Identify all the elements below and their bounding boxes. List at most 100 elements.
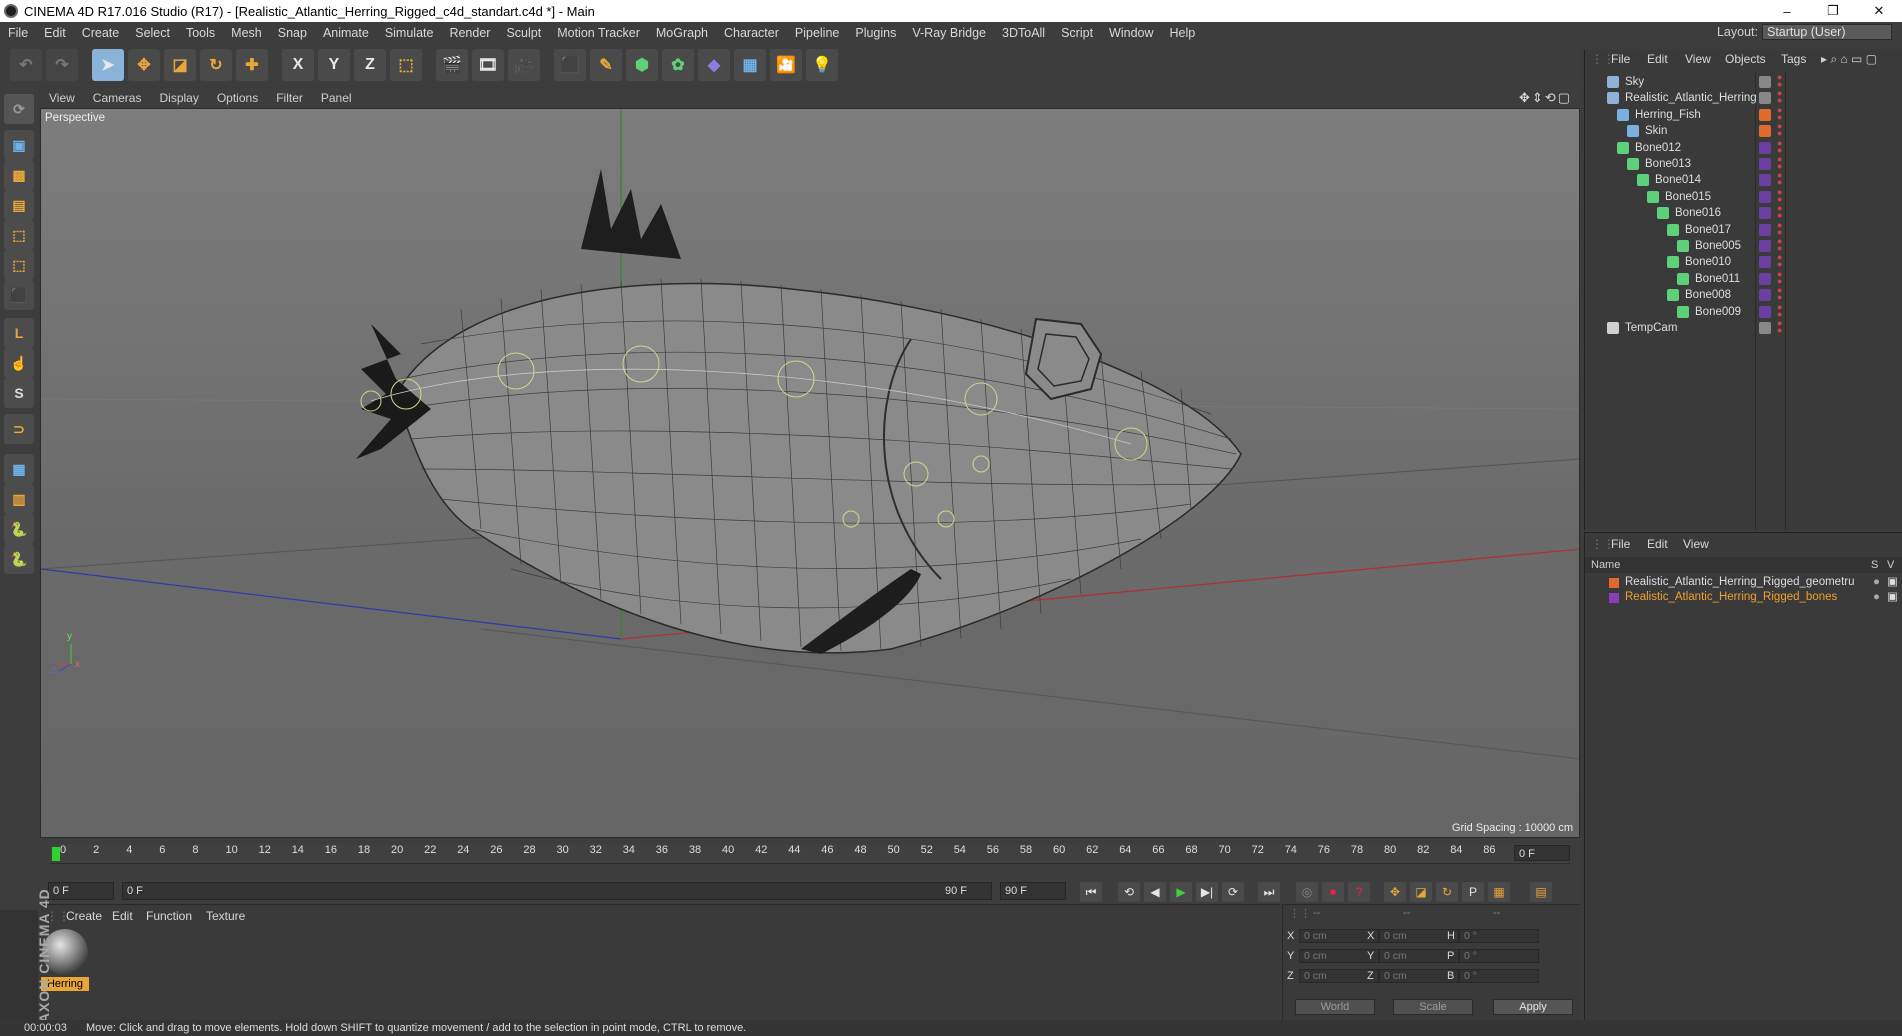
key-rotation-icon[interactable]: ↻ <box>1436 882 1458 902</box>
material-menu-create[interactable]: Create <box>66 909 102 923</box>
layer-color-tag[interactable] <box>1759 158 1771 170</box>
visibility-dots-icon[interactable]: ● ● <box>1777 302 1782 318</box>
points-mode-icon[interactable]: ⬚ <box>4 220 34 250</box>
visibility-dots-icon[interactable]: ● ● <box>1777 138 1782 154</box>
render-settings-icon[interactable]: 🎥 <box>508 49 540 81</box>
visibility-dots-icon[interactable]: ● ● <box>1777 171 1782 187</box>
apply-button[interactable]: Apply <box>1493 999 1573 1015</box>
edges-mode-icon[interactable]: ⬚ <box>4 250 34 280</box>
layer-color-tag[interactable] <box>1759 272 1771 285</box>
menu-v-ray-bridge[interactable]: V-Ray Bridge <box>904 26 994 40</box>
mograph-cloner-icon[interactable]: ✿ <box>662 49 694 81</box>
camera-icon[interactable]: 🎦 <box>770 49 802 81</box>
layer-color-tag[interactable] <box>1759 256 1771 269</box>
texture-mode-icon[interactable]: ▩ <box>4 160 34 190</box>
coordinate-mode-dropdown[interactable]: World <box>1295 999 1375 1015</box>
polygons-mode-icon[interactable]: ⬛ <box>4 280 34 310</box>
go-to-start-icon[interactable]: ⏮ <box>1080 882 1102 902</box>
menu-mesh[interactable]: Mesh <box>223 26 270 40</box>
workplane-icon[interactable]: ▤ <box>4 190 34 220</box>
max-frame-field[interactable]: 90 F <box>1000 882 1066 900</box>
light-bulb-icon[interactable]: 💡 <box>806 49 838 81</box>
menu-tools[interactable]: Tools <box>178 26 223 40</box>
record-keys-icon[interactable]: ◎ <box>1296 882 1318 902</box>
coord-value-field[interactable]: 0 ° <box>1459 949 1539 963</box>
floor-scene-icon[interactable]: ▦ <box>734 49 766 81</box>
scale-tool-icon[interactable]: ◪ <box>164 49 196 81</box>
timeline-window-icon[interactable]: ▤ <box>1530 882 1552 902</box>
size-mode-dropdown[interactable]: Scale <box>1393 999 1473 1015</box>
visibility-dots-icon[interactable]: ● ● <box>1777 155 1782 171</box>
subdivision-nurbs-icon[interactable]: ⬢ <box>626 49 658 81</box>
menu-character[interactable]: Character <box>716 26 787 40</box>
layer-menu-edit[interactable]: Edit <box>1647 537 1668 551</box>
layer-visible-icon[interactable]: ▣ <box>1887 590 1898 605</box>
timeline-ruler[interactable]: 0 2 4 6 8 10 12 14 16 18 20 22 24 26 28 30 32 34 36 38 40 42 4… <box>50 844 1570 864</box>
object-row[interactable]: TempCam ● ● <box>1585 318 1902 338</box>
layer-color-tag[interactable] <box>1759 223 1771 236</box>
move-tool-icon[interactable]: ✥ <box>128 49 160 81</box>
keyframe-selection-icon[interactable]: ? <box>1348 882 1370 902</box>
render-picture-viewer-icon[interactable]: 🎞 <box>472 49 504 81</box>
cube-primitive-icon[interactable]: ⬛ <box>554 49 586 81</box>
model-mode-icon[interactable]: ▣ <box>4 130 34 160</box>
layer-color-tag[interactable] <box>1759 322 1771 334</box>
selection-arrow-icon[interactable]: ➤ <box>92 49 124 81</box>
make-editable-icon[interactable]: ⟳ <box>4 94 34 124</box>
deformer-icon[interactable]: ◆ <box>698 49 730 81</box>
material-menu-edit[interactable]: Edit <box>112 909 133 923</box>
material-menu-function[interactable]: Function <box>146 909 192 923</box>
menu-simulate[interactable]: Simulate <box>377 26 442 40</box>
menu-edit[interactable]: Edit <box>36 26 74 40</box>
play-icon[interactable]: ▶ <box>1170 882 1192 902</box>
object-menu-tags[interactable]: Tags <box>1781 52 1806 66</box>
layer-color-tag[interactable] <box>1759 174 1771 187</box>
visibility-dots-icon[interactable]: ● ● <box>1777 73 1782 89</box>
layer-color-tag[interactable] <box>1759 305 1771 318</box>
visibility-dots-icon[interactable]: ● ● <box>1777 269 1782 285</box>
prev-frame-icon[interactable]: ◀ <box>1144 882 1166 902</box>
key-scale-icon[interactable]: ◪ <box>1410 882 1432 902</box>
menu-help[interactable]: Help <box>1162 26 1204 40</box>
axis-z-lock-icon[interactable]: Z <box>354 49 386 81</box>
minimize-button[interactable]: – <box>1764 0 1810 22</box>
menu-mograph[interactable]: MoGraph <box>648 26 716 40</box>
layer-visible-icon[interactable]: ▣ <box>1887 575 1898 590</box>
transform-tool-icon[interactable]: ✚ <box>236 49 268 81</box>
layer-row[interactable]: Realistic_Atlantic_Herring_Rigged_bones ●… <box>1585 590 1902 605</box>
menu-3dtoall[interactable]: 3DToAll <box>994 26 1053 40</box>
viewport-menu-view[interactable]: View <box>40 91 84 105</box>
playhead-marker[interactable] <box>52 847 60 861</box>
rotate-tool-icon[interactable]: ↻ <box>200 49 232 81</box>
object-menu-view[interactable]: View <box>1685 52 1711 66</box>
visibility-dots-icon[interactable]: ● ● <box>1777 187 1782 203</box>
workplane-grid-icon[interactable]: ▦ <box>4 454 34 484</box>
layer-row[interactable]: Realistic_Atlantic_Herring_Rigged_geomet… <box>1585 575 1902 590</box>
redo-icon[interactable]: ↷ <box>46 49 78 81</box>
menu-sculpt[interactable]: Sculpt <box>498 26 549 40</box>
viewport-menu-filter[interactable]: Filter <box>267 91 312 105</box>
snap-icon[interactable]: S <box>4 378 34 408</box>
object-manager-tools-icon[interactable]: ▸ ⌕ ⌂ ▭ ▢ <box>1821 52 1877 67</box>
material-menu-texture[interactable]: Texture <box>206 909 245 923</box>
maximize-button[interactable]: ❐ <box>1810 0 1856 22</box>
frame-range-slider[interactable]: 0 F 90 F <box>122 882 992 900</box>
visibility-dots-icon[interactable]: ● ● <box>1777 253 1782 269</box>
undo-icon[interactable]: ↶ <box>10 49 42 81</box>
visibility-dots-icon[interactable]: ● ● <box>1777 286 1782 302</box>
menu-animate[interactable]: Animate <box>315 26 377 40</box>
layer-color-tag[interactable] <box>1759 207 1771 220</box>
layer-color-tag[interactable] <box>1759 289 1771 302</box>
menu-motion-tracker[interactable]: Motion Tracker <box>549 26 648 40</box>
tweak-mode-icon[interactable]: ☝ <box>4 348 34 378</box>
key-position-icon[interactable]: ✥ <box>1384 882 1406 902</box>
object-menu-edit[interactable]: Edit <box>1647 52 1668 66</box>
autokey-icon[interactable]: ⏺ <box>1322 882 1344 902</box>
key-parameter-icon[interactable]: P <box>1462 882 1484 902</box>
prev-keyframe-icon[interactable]: ⟲ <box>1118 882 1140 902</box>
visibility-dots-icon[interactable]: ● ● <box>1777 237 1782 253</box>
python-script-2-icon[interactable]: 🐍 <box>4 544 34 574</box>
menu-pipeline[interactable]: Pipeline <box>787 26 847 40</box>
menu-plugins[interactable]: Plugins <box>847 26 904 40</box>
menu-window[interactable]: Window <box>1101 26 1161 40</box>
